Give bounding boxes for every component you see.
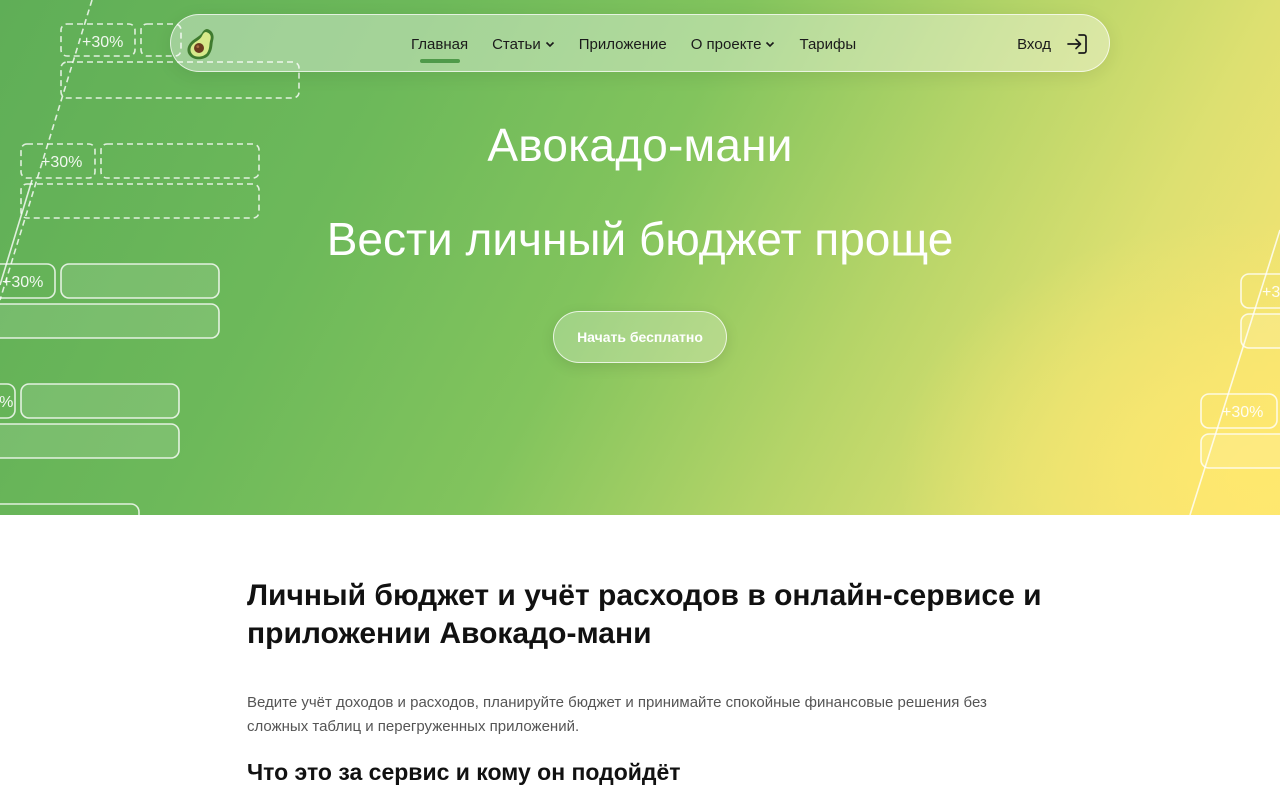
deco-badge-6: +30% bbox=[1262, 284, 1280, 301]
brand-title: Авокадо-мани bbox=[487, 119, 793, 171]
login-label: Вход bbox=[1017, 35, 1051, 53]
nav-item-label: Приложение bbox=[578, 35, 667, 53]
chevron-down-icon bbox=[766, 41, 775, 48]
nav-links: Главная Статьи Приложение О проекте Тари… bbox=[411, 15, 880, 73]
intro-section: Личный бюджет и учёт расходов в онлайн-с… bbox=[247, 577, 1047, 787]
section-heading: Что это за сервис и кому он подойдёт bbox=[247, 759, 681, 785]
nav-item-app[interactable]: Приложение bbox=[579, 15, 667, 73]
nav-item-home[interactable]: Главная bbox=[411, 15, 468, 73]
hero-section: +30% +30% +30% +30% +30% +30% Главная Ст… bbox=[0, 0, 1280, 515]
nav-item-label: О проекте bbox=[690, 35, 762, 53]
login-button[interactable]: Вход bbox=[1017, 15, 1089, 73]
start-free-button[interactable]: Начать бесплатно bbox=[553, 311, 727, 363]
top-navbar: Главная Статьи Приложение О проекте Тари… bbox=[170, 14, 1110, 72]
deco-badge-5: +30% bbox=[1222, 404, 1263, 421]
intro-paragraph: Ведите учёт доходов и расходов, планируй… bbox=[247, 694, 987, 735]
nav-item-articles[interactable]: Статьи bbox=[492, 15, 555, 73]
avocado-icon[interactable] bbox=[185, 27, 217, 61]
nav-item-label: Главная bbox=[411, 35, 469, 53]
deco-badge-1: +30% bbox=[82, 34, 123, 51]
nav-item-label: Тарифы bbox=[799, 35, 857, 53]
nav-item-pricing[interactable]: Тарифы bbox=[799, 15, 856, 73]
page-title: Личный бюджет и учёт расходов в онлайн-с… bbox=[247, 579, 1042, 650]
nav-item-about[interactable]: О проекте bbox=[691, 15, 776, 73]
deco-badge-4: +30% bbox=[0, 394, 13, 411]
hero-subtitle: Вести личный бюджет проще bbox=[326, 213, 954, 265]
nav-item-label: Статьи bbox=[492, 35, 541, 53]
login-arrow-icon bbox=[1067, 34, 1087, 54]
deco-badge-3: +30% bbox=[2, 274, 43, 291]
chevron-down-icon bbox=[545, 41, 554, 48]
